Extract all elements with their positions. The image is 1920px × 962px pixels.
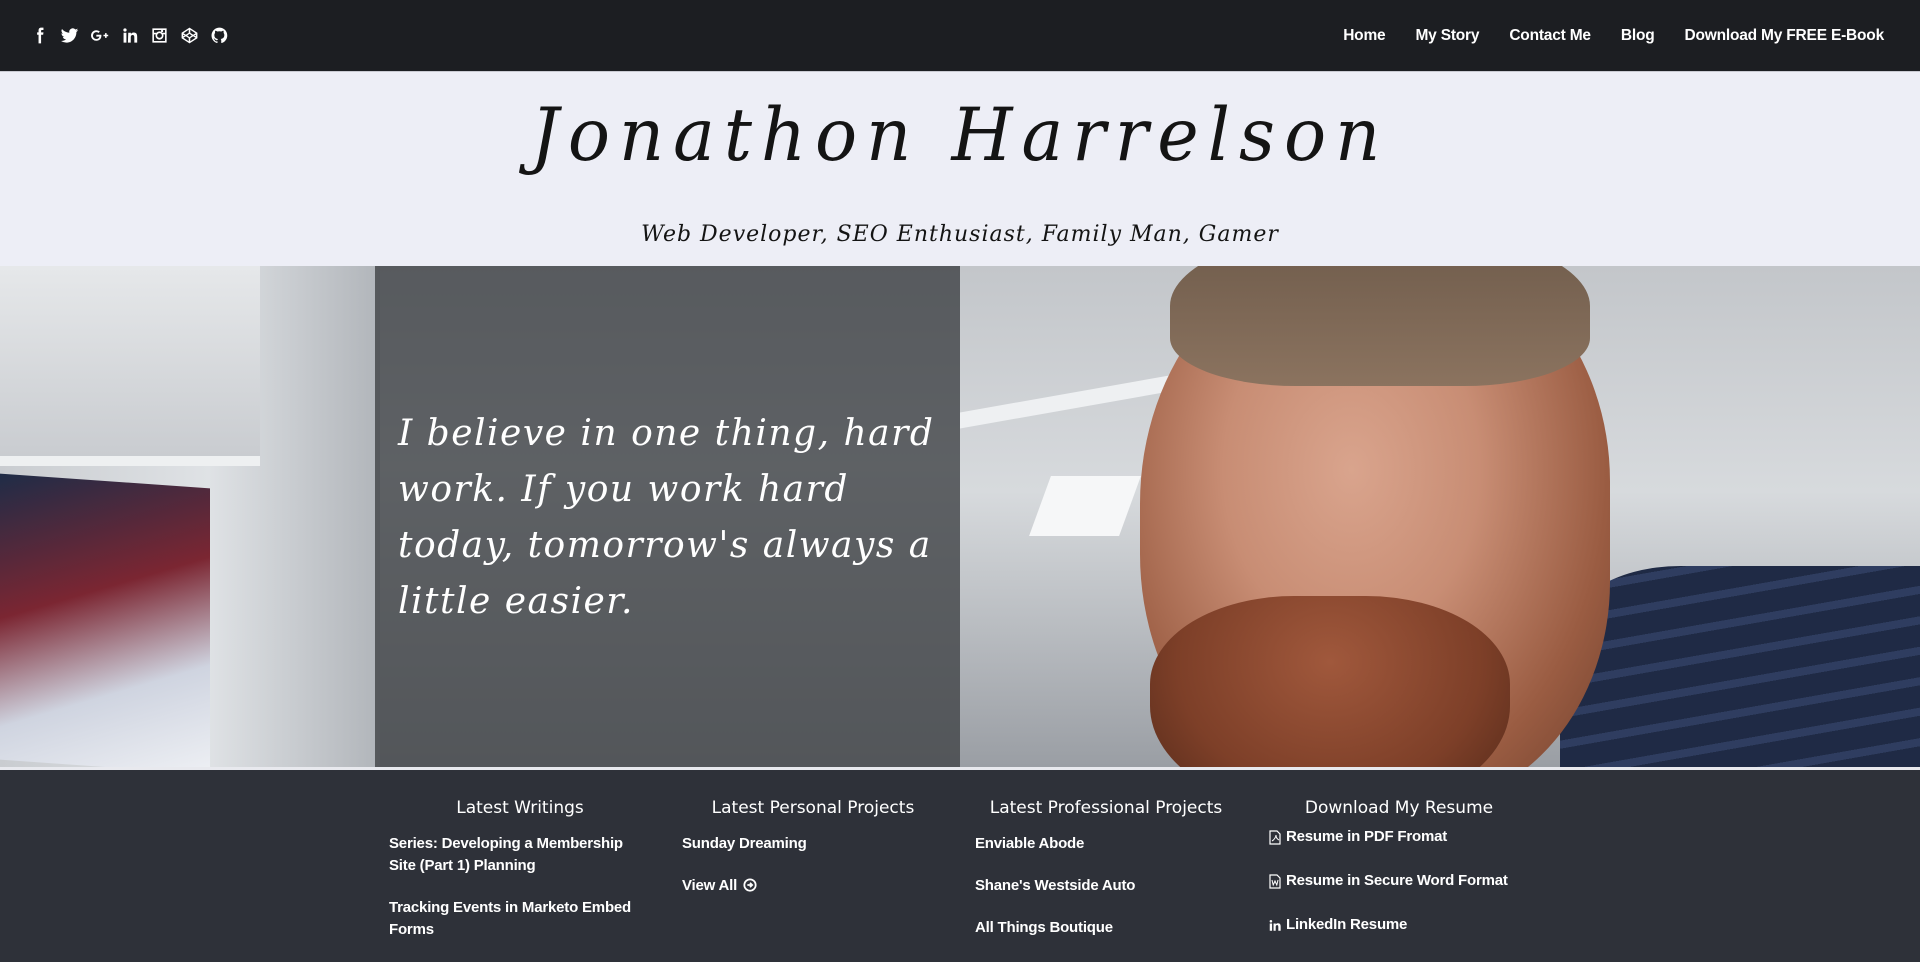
hero-person-beard: [1150, 596, 1510, 767]
hero-poster: [0, 473, 210, 767]
list-item: All Things Boutique: [975, 917, 1237, 939]
nav-home[interactable]: Home: [1343, 27, 1385, 45]
instagram-icon[interactable]: [144, 21, 174, 51]
circle-arrow-right-icon: [743, 878, 757, 892]
latest-personal-projects-section: Latest Personal Projects Sunday Dreaming…: [682, 770, 944, 917]
latest-writings-heading: Latest Writings: [456, 798, 584, 818]
latest-professional-projects-section: Latest Professional Projects Enviable Ab…: [975, 770, 1237, 959]
download-resume-heading: Download My Resume: [1304, 798, 1494, 818]
site-tagline: Web Developer, SEO Enthusiast, Family Ma…: [641, 222, 1279, 247]
footer: Latest Writings Series: Developing a Mem…: [0, 770, 1920, 962]
list-item: Resume in PDF Fromat: [1268, 826, 1530, 848]
file-pdf-icon: [1268, 829, 1282, 845]
site-title: Jonathon Harrelson: [530, 91, 1390, 179]
list-item: Resume in Secure Word Format: [1268, 870, 1530, 892]
hero-person-hair: [1170, 266, 1590, 386]
hero-person-shirt: [1560, 566, 1920, 767]
twitter-icon[interactable]: [54, 21, 84, 51]
list-item: View All: [682, 875, 944, 897]
professional-project-link[interactable]: Shane's Westside Auto: [975, 877, 1135, 894]
professional-project-link[interactable]: Enviable Abode: [975, 835, 1084, 852]
resume-word-link[interactable]: Resume in Secure Word Format: [1286, 870, 1508, 892]
resume-pdf-link[interactable]: Resume in PDF Fromat: [1286, 826, 1447, 848]
latest-writings-section: Latest Writings Series: Developing a Mem…: [389, 770, 651, 961]
view-all-label: View All: [682, 877, 738, 894]
list-item: Enviable Abode: [975, 833, 1237, 855]
nav-blog[interactable]: Blog: [1621, 27, 1655, 45]
latest-professional-projects-heading: Latest Professional Projects: [989, 798, 1223, 818]
hero-banner: I believe in one thing, hard work. If yo…: [0, 266, 1920, 767]
codepen-icon[interactable]: [174, 21, 204, 51]
nav-contact-me[interactable]: Contact Me: [1509, 27, 1591, 45]
download-resume-section: Download My Resume Resume in PDF Fromat …: [1268, 770, 1530, 958]
view-all-link[interactable]: View All: [682, 877, 757, 894]
latest-personal-projects-heading: Latest Personal Projects: [711, 798, 915, 818]
list-item: LinkedIn Resume: [1268, 914, 1530, 936]
nav-download-ebook[interactable]: Download My FREE E-Book: [1685, 27, 1885, 45]
writing-link[interactable]: Series: Developing a Membership Site (Pa…: [389, 835, 623, 874]
list-item: Shane's Westside Auto: [975, 875, 1237, 897]
list-item: Sunday Dreaming: [682, 833, 944, 855]
google-plus-icon[interactable]: [84, 21, 114, 51]
writing-link[interactable]: Tracking Events in Marketo Embed Forms: [389, 899, 631, 938]
file-word-icon: [1268, 873, 1282, 889]
social-links: [24, 21, 234, 51]
list-item: Series: Developing a Membership Site (Pa…: [389, 833, 651, 877]
linkedin-icon[interactable]: [114, 21, 144, 51]
hero-cabinet: [0, 266, 260, 466]
facebook-icon[interactable]: [24, 21, 54, 51]
linkedin-resume-link[interactable]: LinkedIn Resume: [1286, 914, 1407, 936]
top-bar: Home My Story Contact Me Blog Download M…: [0, 0, 1920, 71]
main-nav: Home My Story Contact Me Blog Download M…: [1313, 27, 1884, 45]
list-item: Tracking Events in Marketo Embed Forms: [389, 897, 651, 941]
github-icon[interactable]: [204, 21, 234, 51]
hero-quote: I believe in one thing, hard work. If yo…: [398, 413, 935, 622]
professional-project-link[interactable]: All Things Boutique: [975, 919, 1113, 936]
personal-project-link[interactable]: Sunday Dreaming: [682, 835, 807, 852]
linkedin-icon: [1268, 918, 1282, 933]
site-header: Jonathon Harrelson Web Developer, SEO En…: [0, 71, 1920, 266]
nav-my-story[interactable]: My Story: [1415, 27, 1479, 45]
